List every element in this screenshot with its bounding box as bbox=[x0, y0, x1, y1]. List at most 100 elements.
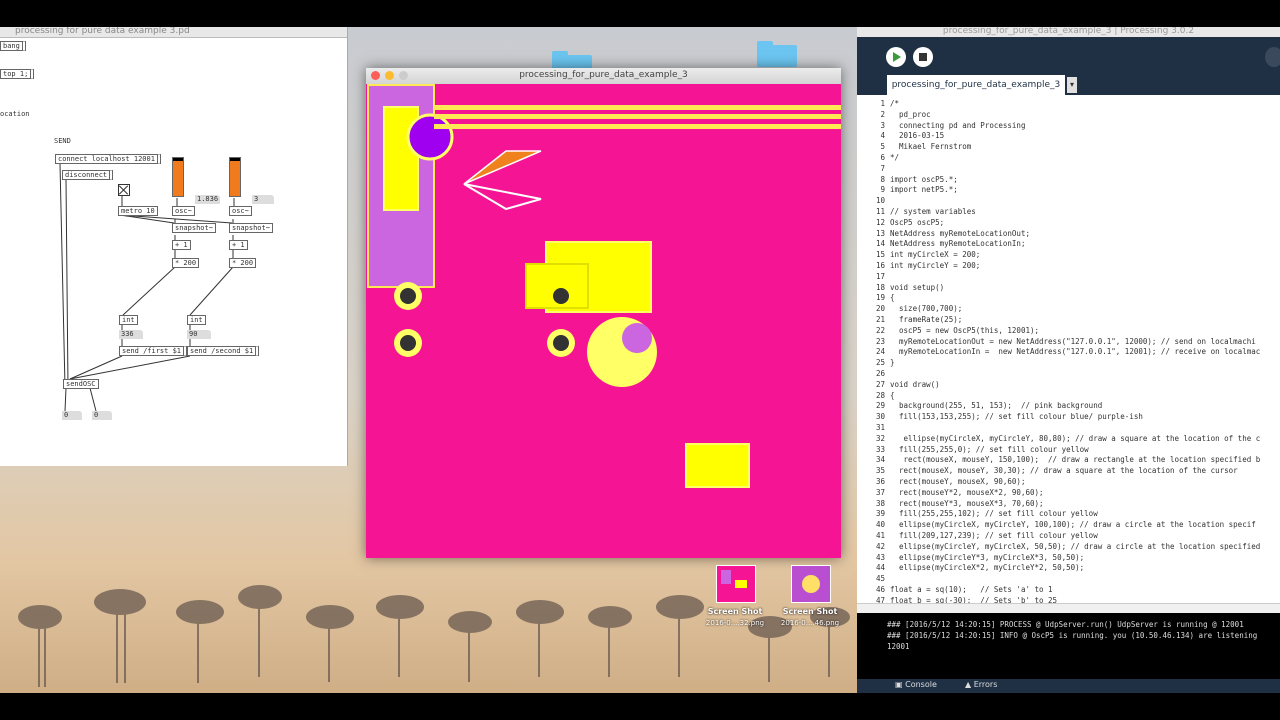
code-line: frameRate(25); bbox=[890, 315, 963, 324]
code-editor[interactable]: /* pd_proc connecting pd and Processing … bbox=[890, 95, 1280, 603]
pd-plus-object-1[interactable]: + 1 bbox=[172, 240, 191, 250]
line-number: 35 bbox=[875, 466, 885, 476]
code-line: int myCircleY = 200; bbox=[890, 261, 981, 270]
thumbnail-1-label: Screen Shot bbox=[707, 607, 763, 616]
ide-tabbar: processing_for_pure_data_example_3 ▾ bbox=[857, 75, 1280, 95]
sketch-canvas[interactable] bbox=[366, 84, 841, 558]
code-line: connecting pd and Processing bbox=[890, 120, 1026, 130]
pd-disconnect-message[interactable]: disconnect bbox=[62, 170, 114, 180]
code-line: ellipse(myCircleX*2, myCircleY*2, 50,50)… bbox=[890, 563, 1085, 573]
console-line: 12001 bbox=[887, 642, 910, 651]
pd-metro-object[interactable]: metro 10 bbox=[118, 206, 158, 216]
code-line: rect(mouseX, mouseY, 150,100); // draw a… bbox=[890, 455, 1261, 465]
screenshot-thumbnail-1[interactable] bbox=[716, 565, 756, 603]
pd-output-number-2[interactable]: 0 bbox=[92, 411, 112, 420]
code-line: NetAddress myRemoteLocationIn; bbox=[890, 239, 1026, 249]
code-line: ellipse(myCircleY, myCircleX, 50,50); //… bbox=[890, 541, 1261, 551]
pd-multiply-object-2[interactable]: * 200 bbox=[229, 258, 257, 268]
line-number: 36 bbox=[875, 477, 885, 486]
line-number: 18 bbox=[875, 282, 885, 292]
pd-patch-window[interactable]: processing for pure data example 3.pd ba… bbox=[0, 27, 348, 466]
line-number: 12 bbox=[875, 217, 885, 227]
pd-connect-message[interactable]: connect localhost 12001 bbox=[55, 154, 161, 164]
pd-number-second[interactable]: 90 bbox=[187, 330, 211, 339]
console-line: ### [2016/5/12 14:20:15] INFO @ OscP5 is… bbox=[887, 631, 1258, 640]
code-line: fill(255,255,102); // set fill colour ye… bbox=[890, 509, 1098, 519]
pd-sendosc-object[interactable]: sendOSC bbox=[63, 379, 99, 389]
pd-int-object-2[interactable]: int bbox=[187, 315, 206, 325]
code-line: ellipse(myCircleX, myCircleY, 80,80); //… bbox=[890, 433, 1261, 443]
code-line: int myCircleX = 200; bbox=[890, 250, 981, 260]
code-line: myRemoteLocationOut = new NetAddress("12… bbox=[890, 336, 1256, 346]
tab-menu-chevron-icon[interactable]: ▾ bbox=[1067, 77, 1077, 93]
sketch-window[interactable]: processing_for_pure_data_example_3 bbox=[366, 68, 841, 558]
pd-number-osc2[interactable]: 3 bbox=[252, 195, 274, 204]
pd-output-number-1[interactable]: 0 bbox=[62, 411, 82, 420]
run-button[interactable] bbox=[886, 47, 906, 67]
line-number: 6 bbox=[880, 153, 885, 162]
sketch-titlebar[interactable]: processing_for_pure_data_example_3 bbox=[366, 68, 841, 85]
line-number-gutter: 1 2 3 4 5 6 7 8 9 10 11 12 13 14 15 16 17 18 19 20 21 22 23 24 2… bbox=[857, 95, 887, 605]
pd-vslider-2[interactable] bbox=[229, 157, 241, 197]
pd-snapshot-object-1[interactable]: snapshot~ bbox=[172, 223, 216, 233]
ide-titlebar[interactable]: processing_for_pure_data_example_3 | Pro… bbox=[857, 27, 1280, 37]
tab-sketch[interactable]: processing_for_pure_data_example_3 bbox=[887, 75, 1065, 95]
stop-button[interactable] bbox=[913, 47, 933, 67]
line-number: 21 bbox=[875, 315, 885, 324]
code-line: myRemoteLocationIn = new NetAddress("127… bbox=[890, 347, 1261, 357]
pd-int-object-1[interactable]: int bbox=[119, 315, 138, 325]
line-number: 23 bbox=[875, 336, 885, 346]
pd-number-first[interactable]: 336 bbox=[119, 330, 143, 339]
top-black-bar bbox=[0, 0, 1280, 27]
code-line: fill(209,127,239); // set fill colour ye… bbox=[890, 531, 1098, 540]
pd-snapshot-object-2[interactable]: snapshot~ bbox=[229, 223, 273, 233]
errors-tab-label: Errors bbox=[973, 680, 998, 689]
pd-send-first-message[interactable]: send /first $1 bbox=[119, 346, 188, 356]
desktop-folder-icon[interactable] bbox=[757, 41, 797, 67]
pd-vslider-1[interactable] bbox=[172, 157, 184, 197]
code-line: NetAddress myRemoteLocationOut; bbox=[890, 228, 1030, 238]
code-line: ellipse(myCircleY*3, myCircleX*3, 50,50)… bbox=[890, 552, 1085, 562]
pd-send-second-message[interactable]: send /second $1 bbox=[187, 346, 260, 356]
pd-multiply-object-1[interactable]: * 200 bbox=[172, 258, 200, 268]
line-number: 16 bbox=[875, 261, 885, 270]
code-line: OscP5 oscP5; bbox=[890, 217, 945, 227]
console-line: ### [2016/5/12 14:20:15] PROCESS @ UdpSe… bbox=[887, 620, 1244, 629]
code-line: void setup() bbox=[890, 282, 945, 292]
line-number: 25 bbox=[875, 358, 885, 368]
line-number: 43 bbox=[875, 552, 885, 562]
console-tab-label: Console bbox=[905, 680, 937, 689]
code-line: rect(mouseX, mouseY, 30,30); // draw a s… bbox=[890, 466, 1238, 476]
pd-bang-message[interactable]: bang bbox=[0, 41, 26, 51]
line-number: 30 bbox=[875, 412, 885, 422]
code-line: void draw() bbox=[890, 379, 940, 389]
code-line: rect(mouseY*3, mouseX*3, 70,60); bbox=[890, 498, 1044, 508]
thumbnail-2-filename: 2016-0....46.png bbox=[780, 619, 840, 627]
code-line: Mikael Fernstrom bbox=[890, 142, 972, 152]
pd-osc-object-2[interactable]: osc~ bbox=[229, 206, 252, 216]
tab-errors[interactable]: ▲ Errors bbox=[965, 680, 997, 689]
bottom-black-bar bbox=[0, 693, 1280, 720]
tab-console[interactable]: ▣ Console bbox=[895, 680, 937, 689]
line-number: 28 bbox=[875, 390, 885, 400]
pd-number-osc1[interactable]: 1.836 bbox=[195, 195, 221, 204]
thumbnail-1-filename: 2016-0....32.png bbox=[705, 619, 765, 627]
pd-plus-object-2[interactable]: + 1 bbox=[229, 240, 248, 250]
line-number: 3 bbox=[880, 120, 885, 130]
code-line: */ bbox=[890, 153, 900, 162]
processing-ide-window[interactable]: processing_for_pure_data_example_3 | Pro… bbox=[857, 27, 1280, 693]
line-number: 44 bbox=[875, 563, 885, 573]
code-line: { bbox=[890, 390, 895, 400]
pd-stop-message[interactable]: top 1; bbox=[0, 69, 35, 79]
code-line: float a = sq(10); // Sets 'a' to 1 bbox=[890, 585, 1053, 594]
code-line: ellipse(myCircleX, myCircleY, 100,100); … bbox=[890, 520, 1256, 530]
line-number: 9 bbox=[880, 185, 885, 195]
mode-selector-icon[interactable] bbox=[1265, 47, 1280, 67]
pd-toggle[interactable] bbox=[118, 184, 130, 196]
line-number: 1 bbox=[880, 99, 885, 108]
console-tabbar: ▣ Console ▲ Errors bbox=[857, 679, 1280, 693]
code-line: float b = sq(-30); // Sets 'b' to 25 bbox=[890, 595, 1058, 603]
screenshot-thumbnail-2[interactable] bbox=[791, 565, 831, 603]
line-number: 38 bbox=[875, 498, 885, 508]
pd-osc-object-1[interactable]: osc~ bbox=[172, 206, 195, 216]
